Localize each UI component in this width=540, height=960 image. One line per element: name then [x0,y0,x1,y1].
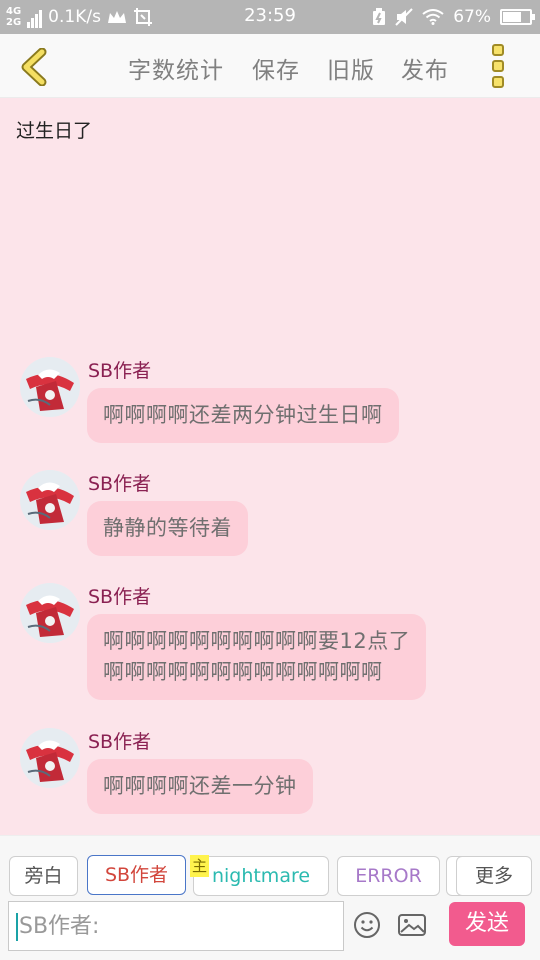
message-text: 啊啊啊啊还差两分钟过生日啊 [103,403,383,427]
chip-narrator[interactable]: 旁白 [9,856,78,896]
battery-icon [500,9,535,25]
message-text: 静静的等待着 [103,516,232,540]
publish-button[interactable]: 发布 [401,51,449,85]
status-bar: 4G 2G 0.1K/s 23:59 67% [0,0,540,34]
more-menu-icon[interactable] [492,44,506,88]
speaker-name: SB作者 [88,586,152,608]
more-characters-button[interactable]: 更多 [456,856,532,896]
old-version-button[interactable]: 旧版 [327,51,375,85]
save-button[interactable]: 保存 [252,51,300,85]
image-icon[interactable] [397,911,427,939]
emoji-icon[interactable] [353,911,381,939]
message-bubble[interactable]: 啊啊啊啊还差两分钟过生日啊 [87,388,399,443]
avatar[interactable] [20,583,80,643]
wifi-icon [422,9,444,25]
message-text: 啊啊啊啊啊啊啊啊啊啊要12点了 [103,629,411,653]
avatar[interactable] [20,470,80,530]
chip-sb-author[interactable]: SB作者 [87,855,186,895]
word-count-button[interactable]: 字数统计 [128,51,224,85]
message-text: 啊啊啊啊啊啊啊啊啊啊啊啊啊 [103,660,383,684]
mute-icon [395,8,413,26]
story-title: 过生日了 [16,120,93,142]
avatar[interactable] [20,357,80,417]
speaker-name: SB作者 [88,731,152,753]
back-icon[interactable] [18,48,52,86]
message-text: 啊啊啊啊还差一分钟 [103,774,297,798]
message-bubble[interactable]: 静静的等待着 [87,501,248,556]
message-bubble[interactable]: 啊啊啊啊还差一分钟 [87,759,313,814]
owner-badge: 主 [190,855,209,877]
message-input-box[interactable] [8,901,344,951]
battery-percent: 67% [453,7,491,27]
input-bar: 发送 [0,897,540,960]
text-cursor [16,913,18,941]
chip-error[interactable]: ERROR [337,856,440,896]
chip-nightmare[interactable]: nightmare [193,856,329,896]
editor-toolbar: 字数统计 保存 旧版 发布 [0,34,540,98]
avatar[interactable] [20,728,80,788]
character-selector: 旁白 SB作者 nightmare 主 ERROR 更多 [0,835,540,897]
speaker-name: SB作者 [88,360,152,382]
message-input[interactable] [9,902,343,950]
battery-saver-icon [373,8,386,25]
message-bubble[interactable]: 啊啊啊啊啊啊啊啊啊啊要12点了 啊啊啊啊啊啊啊啊啊啊啊啊啊 [87,614,427,700]
send-button[interactable]: 发送 [449,902,525,946]
speaker-name: SB作者 [88,473,152,495]
